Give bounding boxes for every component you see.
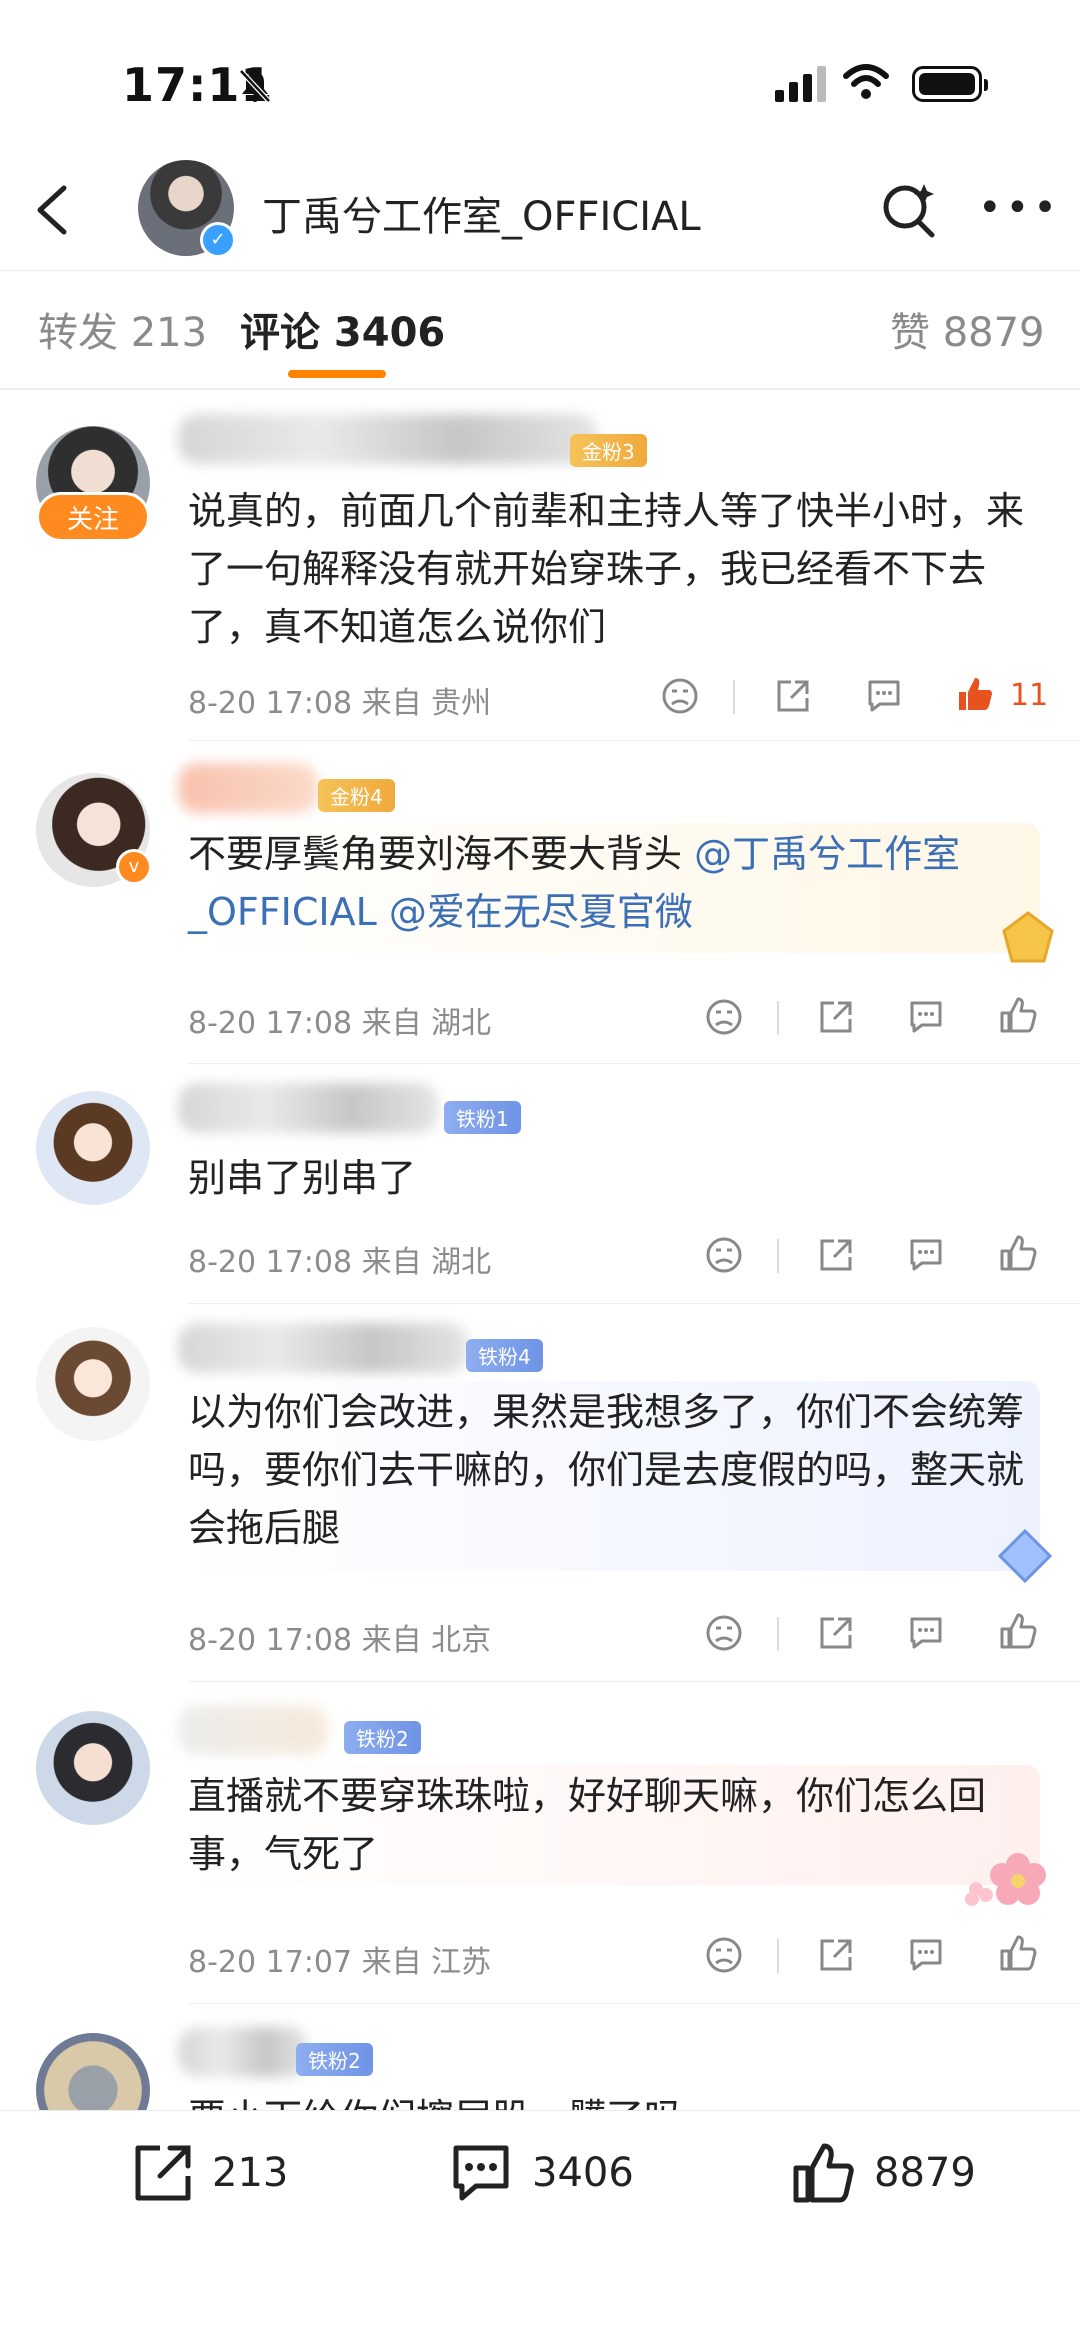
username-blurred[interactable] [178, 1083, 438, 1133]
signal-icon [775, 66, 826, 102]
share-icon[interactable] [816, 1613, 856, 1653]
like-count-total[interactable]: 8879 [874, 2150, 976, 2196]
comment-item: v 金粉4 不要厚鬓角要刘海不要大背头 @丁禹兮工作室_OFFICIAL @爱在… [0, 745, 1080, 1065]
like-icon[interactable] [998, 1611, 1038, 1651]
action-divider [777, 1617, 779, 1651]
action-divider [777, 1239, 779, 1273]
comment-text: 不要厚鬓角要刘海不要大背头 @丁禹兮工作室_OFFICIAL @爱在无尽夏官微 [188, 825, 1048, 941]
username-blurred[interactable] [178, 1323, 468, 1373]
comment-item: 铁粉4 以为你们会改进，果然是我想多了，你们不会统筹吗，要你们去干嘛的，你们是去… [0, 1305, 1080, 1683]
verified-badge-icon: ✓ [200, 222, 236, 258]
username-blurred[interactable] [178, 1705, 328, 1755]
comment-meta: 8-20 17:08 来自 贵州 [188, 686, 492, 721]
fan-badge: 金粉3 [570, 434, 647, 467]
username-blurred[interactable] [178, 2027, 308, 2077]
comment-item: 铁粉2 直播就不要穿珠珠啦，好好聊天嘛，你们怎么回事，气死了 8-20 17:0… [0, 1683, 1080, 2005]
like-icon[interactable] [790, 2140, 856, 2206]
comment-icon[interactable] [448, 2140, 514, 2206]
share-icon[interactable] [773, 676, 813, 716]
comment-item: 关注 金粉3 说真的，前面几个前辈和主持人等了快半小时，来了一句解释没有就开始穿… [0, 400, 1080, 741]
username-blurred[interactable] [178, 763, 318, 813]
fan-badge: 金粉4 [318, 779, 395, 812]
like-icon[interactable] [998, 995, 1038, 1035]
active-tab-indicator [288, 370, 386, 378]
page-title[interactable]: 丁禹兮工作室_OFFICIAL [262, 184, 701, 242]
fan-badge: 铁粉1 [444, 1101, 521, 1134]
fan-badge: 铁粉2 [296, 2043, 373, 2076]
comment-text-plain: 不要厚鬓角要刘海不要大背头 [188, 832, 695, 876]
like-icon[interactable] [998, 1933, 1038, 1973]
verified-badge-icon: v [116, 849, 152, 885]
comment-count[interactable]: 3406 [532, 2150, 634, 2196]
comment-icon[interactable] [906, 1935, 946, 1975]
badge-decoration-icon [1002, 911, 1054, 963]
comment-item: 铁粉2 要小下给你们擦屁股，髒了吗 [0, 2005, 1080, 2110]
back-icon[interactable] [28, 180, 78, 240]
share-icon[interactable] [816, 1235, 856, 1275]
mention-link[interactable]: @爱在无尽夏官微 [377, 890, 693, 934]
username-blurred[interactable] [178, 414, 598, 464]
search-icon[interactable] [878, 178, 940, 240]
like-icon[interactable] [955, 674, 995, 714]
comment-text: 别串了别串了 [188, 1156, 417, 1200]
header-divider [0, 270, 1080, 271]
comment-meta: 8-20 17:08 来自 湖北 [188, 1245, 492, 1280]
dislike-icon[interactable] [704, 1935, 744, 1975]
comment-divider [188, 1063, 1080, 1064]
action-divider [777, 1001, 779, 1035]
silent-bell-icon [239, 69, 271, 103]
comment-meta: 8-20 17:07 来自 江苏 [188, 1945, 492, 1980]
fan-badge: 铁粉4 [466, 1339, 543, 1372]
comment-divider [188, 740, 1080, 741]
fan-badge: 铁粉2 [344, 1721, 421, 1754]
comment-icon[interactable] [906, 1613, 946, 1653]
comment-meta: 8-20 17:08 来自 北京 [188, 1623, 492, 1658]
comment-icon[interactable] [906, 997, 946, 1037]
action-divider [733, 680, 735, 714]
like-count: 11 [1010, 678, 1049, 713]
comment-text: 以为你们会改进，果然是我想多了，你们不会统筹吗，要你们去干嘛的，你们是去度假的吗… [188, 1390, 1025, 1550]
share-icon[interactable] [816, 997, 856, 1037]
comment-icon[interactable] [864, 676, 904, 716]
tab-likes[interactable]: 赞 8879 [890, 300, 1045, 358]
dislike-icon[interactable] [704, 1613, 744, 1653]
comment-divider [188, 2003, 1080, 2004]
like-icon[interactable] [998, 1233, 1038, 1273]
dislike-icon[interactable] [704, 1235, 744, 1275]
share-icon[interactable] [816, 1935, 856, 1975]
tabs-divider [0, 388, 1080, 390]
follow-button[interactable]: 关注 [36, 492, 150, 542]
avatar[interactable] [36, 1327, 150, 1441]
badge-decoration-icon [997, 1528, 1053, 1584]
action-divider [777, 1939, 779, 1973]
comment-divider [188, 1303, 1080, 1304]
comment-icon[interactable] [906, 1235, 946, 1275]
wifi-icon [843, 64, 889, 99]
repost-count[interactable]: 213 [212, 2150, 288, 2196]
repost-icon[interactable] [130, 2140, 196, 2206]
comment-divider [188, 1681, 1080, 1682]
comment-text: 要小下给你们擦屁股，髒了吗 [188, 2089, 1048, 2110]
avatar[interactable] [36, 1711, 150, 1825]
tab-comments[interactable]: 评论 3406 [240, 300, 445, 358]
flower-decoration-icon [965, 1853, 1046, 1906]
avatar[interactable] [36, 1091, 150, 1205]
dislike-icon[interactable] [660, 676, 700, 716]
more-icon[interactable]: ••• [978, 188, 1061, 228]
avatar[interactable] [36, 2033, 150, 2110]
comment-text: 直播就不要穿珠珠啦，好好聊天嘛，你们怎么回事，气死了 [188, 1774, 987, 1876]
tab-reposts[interactable]: 转发 213 [38, 300, 207, 358]
comment-text: 说真的，前面几个前辈和主持人等了快半小时，来了一句解释没有就开始穿珠子，我已经看… [188, 489, 1025, 649]
battery-icon [912, 66, 988, 102]
comment-meta: 8-20 17:08 来自 湖北 [188, 1006, 492, 1041]
comment-item: 铁粉1 别串了别串了 8-20 17:08 来自 湖北 [0, 1065, 1080, 1305]
dislike-icon[interactable] [704, 997, 744, 1037]
